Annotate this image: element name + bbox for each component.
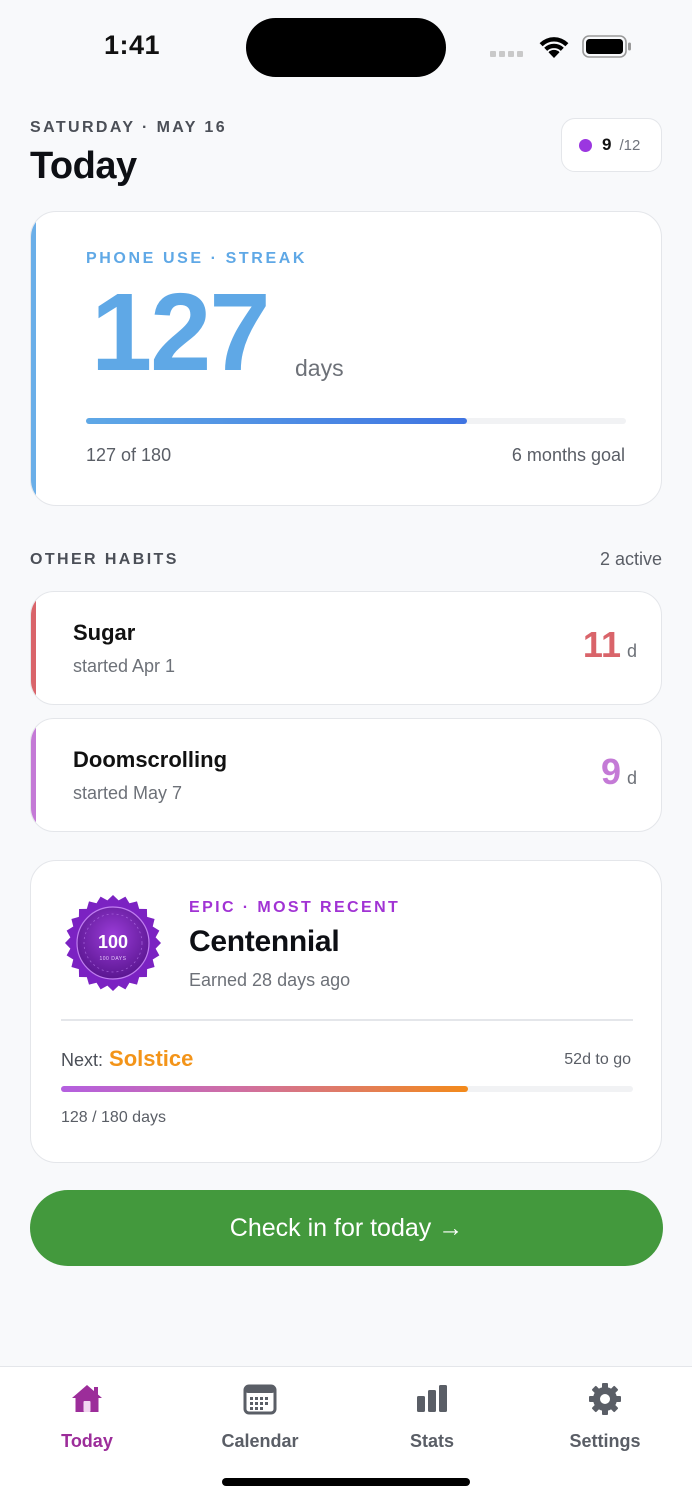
cellular-signal-icon [490,51,523,57]
main-habit-card[interactable]: PHONE USE · STREAK 127 days 127 of 180 6… [30,211,662,506]
tab-label: Today [61,1431,113,1451]
medal-number: 100 [98,932,128,952]
home-icon [72,1385,102,1412]
medal-caption: 100 DAYS [100,956,127,962]
next-badge-row: Next: Solstice [61,1046,193,1072]
status-time: 1:41 [104,30,161,60]
habit-days: 11 d [583,624,637,666]
battery-icon [582,35,631,58]
medal-badge-icon: 100 100 DAYS [65,895,161,991]
main-habit-accent [31,212,36,505]
calendar-icon [243,1384,277,1415]
other-habits-count: 2 active [599,549,662,569]
badge-title: Centennial [189,925,340,958]
streak-goal-text: 6 months goal [511,445,625,465]
next-badge-name: Solstice [109,1046,194,1071]
habit-days-unit: d [626,641,637,661]
streak-days-number: 127 [91,271,271,394]
habit-days-number: 9 [600,751,621,792]
check-in-button[interactable]: Check in for today → [30,1190,663,1266]
habit-name: Sugar [73,620,136,645]
points-dot-icon [579,138,592,152]
habit-card-sugar[interactable]: Sugar started Apr 1 11 d [30,591,662,705]
badge-divider [61,1019,633,1021]
habit-name: Doomscrolling [73,747,228,772]
habit-started: started May 7 [73,783,183,803]
streak-progress-bar [86,418,626,424]
badge-tag: EPIC · MOST RECENT [189,899,401,916]
other-habits-heading: OTHER HABITS [30,551,179,568]
tab-today[interactable]: Today [22,1381,152,1452]
bar-chart-icon [417,1385,447,1412]
habit-started: started Apr 1 [73,656,176,676]
habit-card-doomscrolling[interactable]: Doomscrolling started May 7 9 d [30,718,662,832]
streak-progress-text: 127 of 180 [86,445,172,465]
next-badge-progress-fill [61,1086,468,1092]
next-badge-remaining: 52d to go [564,1051,631,1068]
streak-progress-fill [86,418,467,424]
date-label: SATURDAY · MAY 16 [30,119,228,136]
habit-accent [31,592,36,704]
habit-days: 9 d [601,751,637,793]
dynamic-island [246,18,446,77]
habit-accent [31,719,36,831]
tab-settings[interactable]: Settings [540,1381,670,1452]
habit-days-number: 11 [582,624,621,665]
next-badge-progress-bar [61,1086,633,1092]
main-habit-label: PHONE USE · STREAK [86,250,308,267]
wifi-icon [539,37,569,58]
points-count: 9 [602,135,612,154]
gear-icon [589,1383,621,1415]
tab-label: Stats [409,1431,454,1451]
points-total: /12 [619,136,641,154]
recent-badge-card[interactable]: 100 100 DAYS EPIC · MOST RECENT Centenni… [30,860,662,1163]
status-bar: 1:41 [0,0,692,96]
next-badge-progress-text: 128 / 180 days [61,1109,166,1126]
points-badge[interactable]: 9 /12 [561,118,662,172]
badge-earned: Earned 28 days ago [189,970,351,990]
tab-stats[interactable]: Stats [367,1381,497,1452]
tab-label: Settings [569,1431,641,1451]
tab-label: Calendar [221,1431,299,1451]
habit-days-unit: d [626,768,637,788]
next-label: Next: [61,1050,104,1070]
home-indicator [222,1478,470,1486]
tab-calendar[interactable]: Calendar [195,1381,325,1452]
streak-days-unit: days [295,355,344,381]
page-title: Today [30,145,137,187]
